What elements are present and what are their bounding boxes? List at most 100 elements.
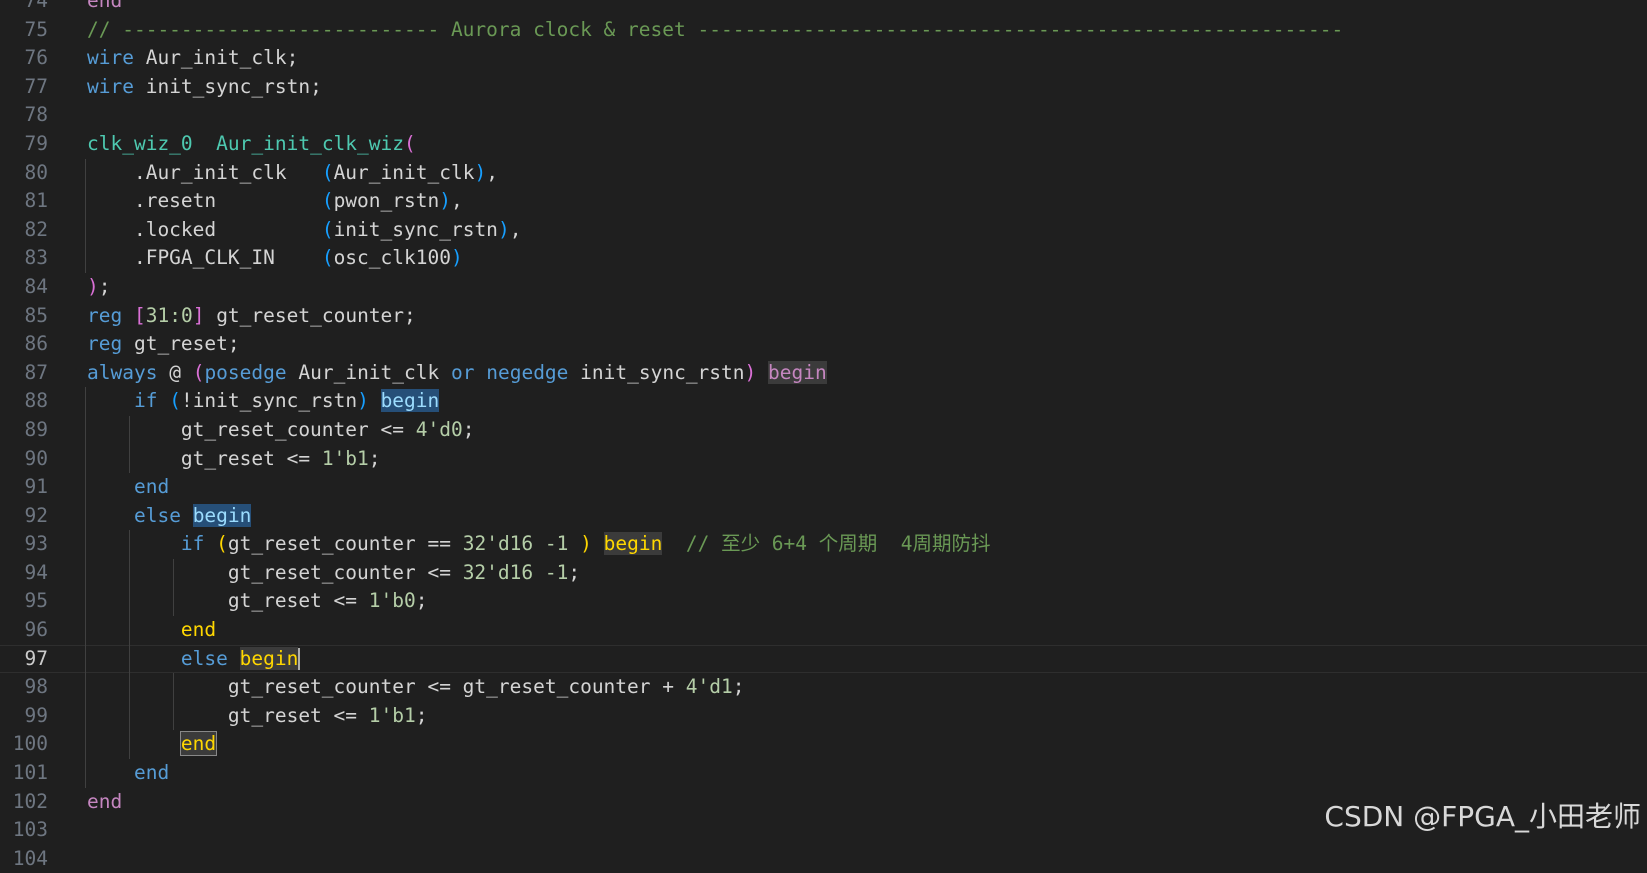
code-token: ) [439, 189, 451, 213]
code-token: Aur_init_clk; [133, 46, 299, 70]
code-line[interactable]: 78 [0, 101, 1647, 130]
code-line[interactable]: 94 gt_reset_counter <= 32'd16 -1; [0, 558, 1647, 588]
code-line[interactable]: 97 else begin [0, 644, 1647, 674]
code-token: reg [87, 303, 123, 327]
code-token: // 至少 6+4 个周期 4周期防抖 [685, 532, 991, 556]
code-token: ; [568, 560, 581, 584]
indent-guide [85, 473, 86, 502]
code-line[interactable]: 84); [0, 273, 1647, 302]
code-text: end [87, 759, 169, 788]
code-token: ; [368, 446, 381, 470]
code-text: else begin [87, 502, 252, 531]
code-line[interactable]: 100 end [0, 730, 1647, 760]
code-token: ) [357, 389, 369, 413]
code-line[interactable]: 99 gt_reset <= 1'b1; [0, 701, 1647, 731]
code-line[interactable]: 96 end [0, 616, 1647, 645]
code-text: .resetn (pwon_rstn), [87, 187, 463, 216]
code-line[interactable]: 88 if (!init_sync_rstn) begin [0, 387, 1647, 416]
code-line[interactable]: 90 gt_reset <= 1'b1; [0, 444, 1647, 474]
code-line[interactable]: 91 end [0, 473, 1647, 502]
code-line[interactable]: 104 [0, 845, 1647, 873]
code-text: if (gt_reset_counter == 32'd16 -1 ) begi… [87, 530, 990, 559]
line-number: 87 [24, 360, 48, 384]
code-token: , [450, 189, 463, 213]
code-line[interactable]: 85 reg [31:0] gt_reset_counter; [0, 302, 1647, 331]
indent-guide [85, 644, 86, 674]
text-cursor [298, 648, 301, 671]
code-line[interactable]: 76 wire Aur_init_clk; [0, 44, 1647, 73]
code-token: ( [321, 160, 334, 184]
indent-guide [85, 701, 86, 731]
indent-guide [85, 730, 86, 760]
code-token: begin [768, 360, 827, 384]
code-text: else begin [87, 645, 301, 674]
code-line[interactable]: 79 clk_wiz_0 Aur_init_clk_wiz( [0, 130, 1647, 159]
code-token: begin [603, 532, 663, 556]
code-line[interactable]: 93 if (gt_reset_counter == 32'd16 -1 ) b… [0, 530, 1647, 559]
code-token: 1'b0 [368, 589, 416, 613]
code-line[interactable]: 83 .FPGA_CLK_IN (osc_clk100) [0, 244, 1647, 273]
line-number: 102 [12, 789, 48, 813]
line-number: 76 [24, 46, 48, 70]
code-editor[interactable]: 74 end 75 // --------------------------- Au… [0, 0, 1647, 873]
code-token: // --------------------------- Aurora cl… [87, 17, 1344, 41]
code-line[interactable]: 80 .Aur_init_clk (Aur_init_clk), [0, 158, 1647, 188]
code-text: ); [87, 273, 111, 302]
code-token: 1'b1 [368, 703, 416, 727]
indent-guide [85, 501, 86, 531]
code-line[interactable]: 101 end [0, 759, 1647, 788]
code-token: !init_sync_rstn [180, 389, 358, 413]
code-line[interactable]: 75 // --------------------------- Aurora … [0, 16, 1647, 45]
code-token: ; [98, 274, 111, 298]
code-token: ) [744, 360, 757, 384]
code-token: ( [192, 360, 205, 384]
code-text: // --------------------------- Aurora cl… [87, 16, 1343, 45]
line-number: 85 [24, 303, 48, 327]
indent-guide [85, 444, 86, 474]
line-number: 82 [24, 217, 48, 241]
code-line[interactable]: 86 reg gt_reset; [0, 330, 1647, 359]
code-text: gt_reset_counter <= 32'd16 -1; [87, 559, 580, 588]
code-text: reg gt_reset; [87, 330, 240, 359]
code-token: , [486, 160, 498, 184]
code-line[interactable]: 81 .resetn (pwon_rstn), [0, 187, 1647, 216]
code-token: gt_reset_counter <= [87, 417, 416, 441]
code-token: end [87, 0, 123, 12]
code-token: Aur_init_clk [286, 360, 451, 384]
code-token: end [133, 475, 170, 499]
code-token: ; [415, 589, 428, 613]
indent-guide [85, 558, 86, 588]
code-token: else [133, 503, 181, 527]
code-line[interactable]: 87 always @ (posedge Aur_init_clk or nege… [0, 359, 1647, 388]
line-number: 88 [24, 389, 48, 413]
code-text: end [87, 730, 218, 759]
code-line[interactable]: 74 end [0, 0, 1647, 16]
line-number: 97 [24, 646, 48, 670]
code-line[interactable]: 92 else begin [0, 501, 1647, 531]
code-token: 4'd1 [685, 675, 733, 699]
code-line[interactable]: 89 gt_reset_counter <= 4'd0; [0, 415, 1647, 445]
code-token: or [451, 360, 475, 384]
code-text: end [87, 788, 122, 817]
code-line[interactable]: 98 gt_reset_counter <= gt_reset_counter … [0, 673, 1647, 702]
code-token: ( [321, 189, 334, 213]
code-line[interactable]: 95 gt_reset <= 1'b0; [0, 587, 1647, 617]
code-text: .FPGA_CLK_IN (osc_clk100) [87, 244, 463, 273]
code-line[interactable]: 82 .locked (init_sync_rstn), [0, 215, 1647, 245]
code-text: clk_wiz_0 Aur_init_clk_wiz( [87, 130, 416, 159]
line-number: 75 [24, 17, 48, 41]
code-line[interactable]: 77 wire init_sync_rstn; [0, 73, 1647, 102]
code-token: wire [87, 74, 134, 98]
code-token: pwon_rstn [333, 189, 440, 213]
indent-guide [85, 244, 86, 273]
code-token: ) [450, 246, 463, 270]
